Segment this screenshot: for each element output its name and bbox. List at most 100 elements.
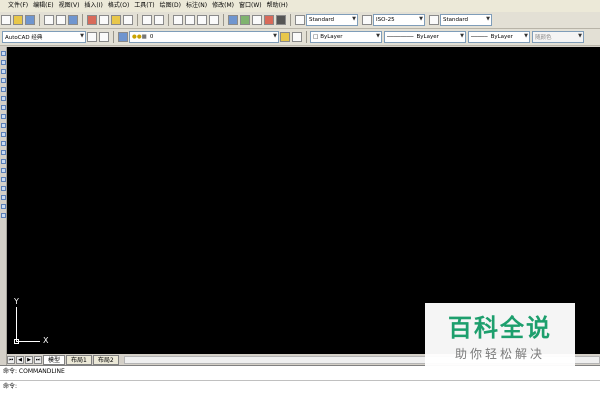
draw-toolbar (0, 47, 7, 365)
chevron-down-icon: ▼ (419, 16, 423, 22)
ucs-origin-box (14, 339, 19, 344)
dim-style-icon[interactable] (362, 15, 372, 25)
tab-model[interactable]: 模型 (43, 354, 66, 365)
menu-dimension[interactable]: 标注(N) (186, 0, 207, 12)
table-icon[interactable] (1, 204, 6, 209)
publish-icon[interactable] (68, 15, 78, 25)
last-tab-button[interactable]: ⏭ (34, 355, 42, 364)
save-icon[interactable] (25, 15, 35, 25)
chevron-down-icon: ▼ (352, 16, 356, 22)
tab-layout2[interactable]: 布局2 (92, 354, 119, 365)
zoom-realtime-icon[interactable] (185, 15, 195, 25)
make-block-icon[interactable] (1, 159, 6, 164)
menu-window[interactable]: 窗口(W) (239, 0, 262, 12)
match-properties-icon[interactable] (123, 15, 133, 25)
table-style-icon[interactable] (429, 15, 439, 25)
color-select[interactable]: □ ByLayer ▼ (310, 31, 382, 43)
open-icon[interactable] (13, 15, 23, 25)
text-style-value: Standard (309, 17, 335, 23)
ellipse-icon[interactable] (1, 132, 6, 137)
text-style-icon[interactable] (295, 15, 305, 25)
make-current-layer-icon[interactable] (280, 32, 290, 42)
chevron-down-icon: ▼ (486, 16, 490, 22)
watermark-subtitle: 助你轻松解决 (454, 347, 545, 361)
layers-properties-toolbar: AutoCAD 经典 ▼ ● ● ■ 0 ▼ □ ByLayer ▼ ──────── ByLa… (0, 29, 600, 46)
layer-select[interactable]: ● ● ■ 0 ▼ (129, 31, 279, 43)
revision-cloud-icon[interactable] (1, 114, 6, 119)
layer-manager-icon[interactable] (118, 32, 128, 42)
properties-icon[interactable] (228, 15, 238, 25)
linetype-select[interactable]: ──────── ByLayer ▼ (384, 31, 466, 43)
ucs-y-label: Y (14, 297, 19, 306)
cut-icon[interactable] (87, 15, 97, 25)
menu-file[interactable]: 文件(F) (8, 0, 28, 12)
new-icon[interactable] (1, 15, 11, 25)
menu-format[interactable]: 格式(O) (108, 0, 129, 12)
menu-help[interactable]: 帮助(H) (267, 0, 288, 12)
menu-modify[interactable]: 修改(M) (212, 0, 234, 12)
insert-block-icon[interactable] (1, 150, 6, 155)
ucs-y-axis (16, 307, 17, 342)
hatch-icon[interactable] (1, 177, 6, 182)
ellipse-arc-icon[interactable] (1, 141, 6, 146)
menu-insert[interactable]: 插入(I) (84, 0, 102, 12)
chevron-down-icon: ▼ (578, 33, 582, 39)
zoom-window-icon[interactable] (197, 15, 207, 25)
arc-icon[interactable] (1, 96, 6, 101)
circle-icon[interactable] (1, 105, 6, 110)
workspace-settings-icon[interactable] (87, 32, 97, 42)
lineweight-preview-icon: ───── (471, 34, 488, 40)
first-tab-button[interactable]: ⏮ (7, 355, 15, 364)
layer-previous-icon[interactable] (292, 32, 302, 42)
print-icon[interactable] (44, 15, 54, 25)
next-tab-button[interactable]: ▶ (25, 355, 33, 364)
polyline-icon[interactable] (1, 69, 6, 74)
linetype-value: ByLayer (416, 34, 439, 40)
workspace-save-icon[interactable] (99, 32, 109, 42)
workspace-select[interactable]: AutoCAD 经典 ▼ (2, 31, 86, 43)
menu-view[interactable]: 视图(V) (59, 0, 80, 12)
table-style-value: Standard (443, 17, 469, 23)
copy-icon[interactable] (99, 15, 109, 25)
point-icon[interactable] (1, 168, 6, 173)
paste-icon[interactable] (111, 15, 121, 25)
ucs-x-label: X (43, 336, 49, 345)
table-style-select[interactable]: Standard ▼ (440, 14, 492, 26)
previous-tab-button[interactable]: ◀ (16, 355, 24, 364)
chevron-down-icon: ▼ (524, 33, 528, 39)
calculator-icon[interactable] (276, 15, 286, 25)
color-value: ByLayer (320, 34, 343, 40)
print-preview-icon[interactable] (56, 15, 66, 25)
toolbar-separator (137, 14, 138, 26)
rectangle-icon[interactable] (1, 87, 6, 92)
dim-style-select[interactable]: ISO-25 ▼ (373, 14, 425, 26)
menu-tools[interactable]: 工具(T) (134, 0, 154, 12)
construction-line-icon[interactable] (1, 60, 6, 65)
standard-toolbar: Standard ▼ ISO-25 ▼ Standard ▼ (0, 12, 600, 29)
redo-icon[interactable] (154, 15, 164, 25)
menu-edit[interactable]: 编辑(E) (33, 0, 53, 12)
lineweight-select[interactable]: ───── ByLayer ▼ (468, 31, 530, 43)
menu-draw[interactable]: 绘图(D) (160, 0, 181, 12)
gradient-icon[interactable] (1, 186, 6, 191)
undo-icon[interactable] (142, 15, 152, 25)
chevron-down-icon: ▼ (460, 33, 464, 39)
plot-style-select[interactable]: 随颜色 ▼ (532, 31, 584, 43)
spline-icon[interactable] (1, 123, 6, 128)
pan-icon[interactable] (173, 15, 183, 25)
region-icon[interactable] (1, 195, 6, 200)
toolbar-separator (290, 14, 291, 26)
command-prompt[interactable]: 命令: (0, 380, 600, 391)
text-style-select[interactable]: Standard ▼ (306, 14, 358, 26)
color-swatch-icon: □ (313, 34, 319, 40)
zoom-previous-icon[interactable] (209, 15, 219, 25)
sheet-set-icon[interactable] (264, 15, 274, 25)
line-icon[interactable] (1, 51, 6, 56)
polygon-icon[interactable] (1, 78, 6, 83)
multiline-text-icon[interactable] (1, 213, 6, 218)
tab-layout1[interactable]: 布局1 (66, 354, 92, 365)
tool-palettes-icon[interactable] (252, 15, 262, 25)
design-center-icon[interactable] (240, 15, 250, 25)
lineweight-value: ByLayer (490, 34, 513, 40)
watermark-title: 百科全说 (448, 314, 552, 342)
